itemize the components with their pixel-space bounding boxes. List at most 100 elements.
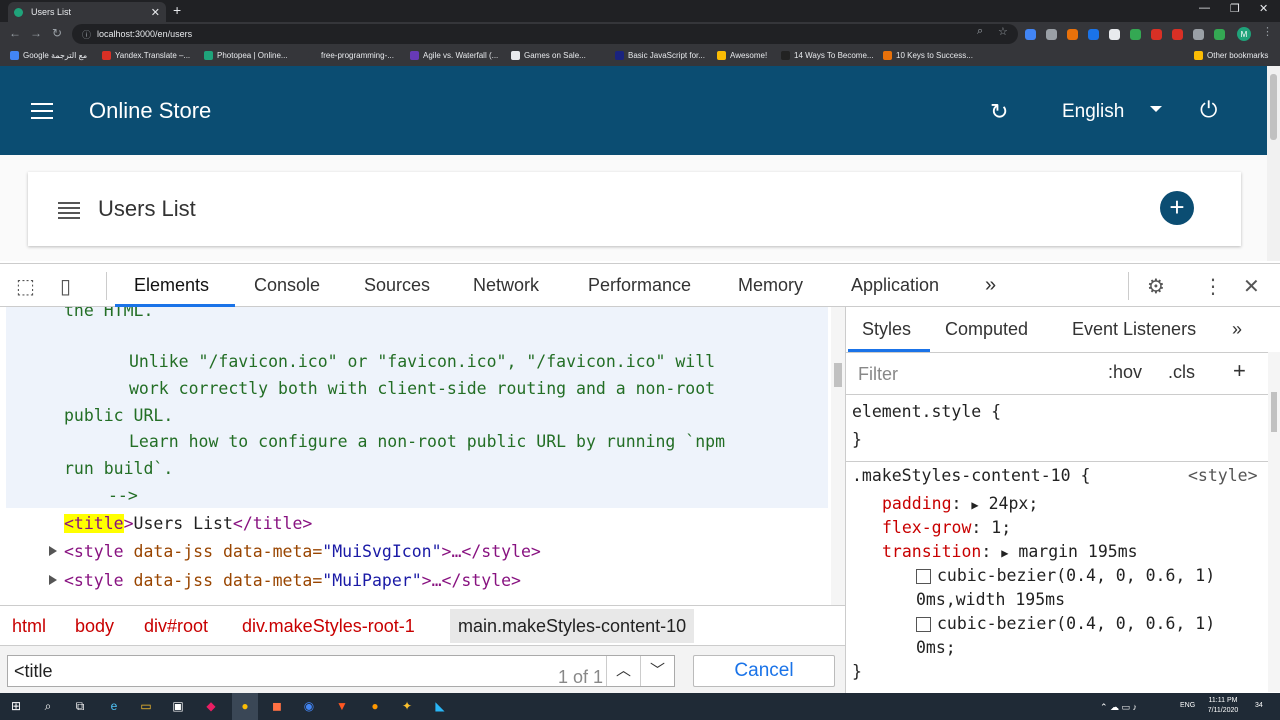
store-icon[interactable]: ▣ [170, 698, 186, 714]
title-element-node[interactable]: <title>Users List</title> [64, 514, 312, 533]
clock-time[interactable]: 11:11 PM [1200, 697, 1246, 704]
element-style-selector[interactable]: element.style { [852, 402, 1001, 421]
bookmark-item[interactable]: Photopea | Online... [204, 51, 288, 60]
elements-scrollbar[interactable] [831, 307, 845, 605]
browser-menu-icon[interactable]: ⋮ [1262, 25, 1273, 38]
more-tabs-icon[interactable]: » [985, 274, 996, 297]
extension-icon[interactable] [1067, 29, 1078, 40]
close-tab-icon[interactable]: ✕ [151, 6, 160, 19]
filter-input[interactable]: Filter [852, 359, 1088, 389]
breadcrumb-item-active[interactable]: main.makeStyles-content-10 [450, 609, 695, 643]
language-indicator[interactable]: ENG [1180, 702, 1195, 709]
bookmark-item[interactable]: Games on Sale... [511, 51, 586, 60]
extension-icon[interactable] [1088, 29, 1099, 40]
tab-application[interactable]: Application [851, 275, 939, 296]
app-icon[interactable]: ◆ [203, 698, 219, 714]
extension-icon[interactable] [1172, 29, 1183, 40]
info-icon[interactable]: ⓘ [82, 28, 91, 41]
browser-tab[interactable]: Users List ✕ [8, 2, 166, 22]
extension-icon[interactable] [1025, 29, 1036, 40]
more-tabs-icon[interactable]: » [1232, 319, 1242, 340]
bezier-editor-icon[interactable] [916, 617, 931, 632]
bookmark-item[interactable]: free-programming-... [308, 51, 394, 60]
breadcrumb-item[interactable]: div.makeStyles-root-1 [242, 616, 415, 637]
rule-selector[interactable]: .makeStyles-content-10 { [852, 466, 1090, 485]
bookmark-item[interactable]: 10 Keys to Success... [883, 51, 973, 60]
search-icon[interactable]: ⌕ [40, 698, 56, 714]
minimize-icon[interactable]: — [1199, 2, 1210, 14]
kebab-menu-icon[interactable]: ⋮ [1203, 274, 1223, 299]
new-rule-icon[interactable]: + [1233, 358, 1246, 384]
class-toggle[interactable]: .cls [1168, 362, 1195, 383]
bookmark-item[interactable]: Awesome! [717, 51, 767, 60]
next-match-button[interactable]: ﹀ [640, 656, 674, 686]
maximize-icon[interactable]: ❐ [1230, 2, 1240, 15]
breadcrumb-item[interactable]: body [75, 616, 114, 637]
breadcrumb-item[interactable]: div#root [144, 616, 208, 637]
app-icon[interactable]: ✦ [399, 698, 415, 714]
tab-event-listeners[interactable]: Event Listeners [1072, 319, 1196, 340]
tab-sources[interactable]: Sources [364, 275, 430, 296]
refresh-icon[interactable]: ↻ [990, 99, 1008, 125]
app-icon[interactable]: ◼ [269, 698, 285, 714]
page-scrollbar[interactable] [1267, 66, 1280, 261]
brave-icon[interactable]: ▼ [334, 698, 350, 714]
search-input[interactable]: <title 1 of 1 ︿ ﹀ [7, 655, 675, 687]
bezier-editor-icon[interactable] [916, 569, 931, 584]
css-declaration[interactable]: flex-grow: 1; [882, 518, 1011, 537]
styles-scrollbar[interactable] [1268, 352, 1280, 692]
hover-state-toggle[interactable]: :hov [1108, 362, 1142, 383]
extensions-puzzle-icon[interactable] [1193, 29, 1204, 40]
style-element-node[interactable]: <style data-jss data-meta="MuiPaper">…</… [64, 571, 521, 590]
vscode-icon[interactable]: ◣ [432, 698, 448, 714]
tab-console[interactable]: Console [254, 275, 320, 296]
style-source-link[interactable]: <style> [1188, 466, 1258, 485]
forward-icon[interactable]: → [30, 26, 42, 40]
bookmark-item[interactable]: Basic JavaScript for... [615, 51, 705, 60]
notification-count[interactable]: 34 [1255, 702, 1263, 709]
app-icon[interactable]: ◉ [301, 698, 317, 714]
bookmark-item[interactable]: Agile vs. Waterfall (... [410, 51, 498, 60]
file-explorer-icon[interactable]: ▭ [138, 698, 154, 714]
tab-performance[interactable]: Performance [588, 275, 691, 296]
tray-icons[interactable]: ⌃ ☁ ▭ ♪ [1100, 702, 1137, 713]
tab-memory[interactable]: Memory [738, 275, 803, 296]
cancel-button[interactable]: Cancel [693, 655, 835, 687]
bookmark-item[interactable]: Yandex.Translate –... [102, 51, 190, 60]
close-devtools-icon[interactable]: ✕ [1243, 274, 1260, 299]
clock-date[interactable]: 7/11/2020 [1200, 707, 1246, 714]
expand-triangle-icon[interactable] [49, 546, 57, 556]
language-select[interactable]: English [1062, 101, 1124, 123]
windows-start-icon[interactable]: ⊞ [8, 698, 24, 714]
gear-icon[interactable]: ⚙ [1147, 274, 1165, 299]
add-user-button[interactable]: + [1160, 191, 1194, 225]
reload-icon[interactable]: ↻ [52, 26, 62, 40]
zoom-icon[interactable]: ⌕ [977, 25, 983, 38]
device-toolbar-icon[interactable]: ▯ [60, 274, 71, 299]
chevron-down-icon[interactable] [1150, 106, 1162, 112]
firefox-icon[interactable]: ● [367, 698, 383, 714]
tab-network[interactable]: Network [473, 275, 539, 296]
extension-icon[interactable] [1151, 29, 1162, 40]
url-input[interactable]: ⓘ localhost:3000/en/users [72, 24, 1018, 44]
expand-triangle-icon[interactable]: ▶ [971, 498, 978, 512]
hamburger-menu-icon[interactable] [31, 103, 53, 119]
extension-icon[interactable] [1214, 29, 1225, 40]
power-icon[interactable]: ⏻ [1200, 97, 1217, 123]
tab-styles[interactable]: Styles [862, 319, 911, 340]
tab-computed[interactable]: Computed [945, 319, 1028, 340]
new-tab-icon[interactable]: + [173, 2, 181, 18]
chrome-icon[interactable]: ● [237, 698, 253, 714]
bookmark-item[interactable]: 14 Ways To Become... [781, 51, 874, 60]
extension-icon[interactable] [1046, 29, 1057, 40]
close-window-icon[interactable]: ✕ [1259, 2, 1268, 15]
extension-icon[interactable] [1130, 29, 1141, 40]
style-element-node[interactable]: <style data-jss data-meta="MuiSvgIcon">…… [64, 542, 541, 561]
inspect-element-icon[interactable]: ⬚ [16, 274, 35, 299]
extension-icon[interactable] [1109, 29, 1120, 40]
edge-icon[interactable]: e [106, 698, 122, 714]
back-icon[interactable]: ← [9, 26, 21, 40]
bookmark-star-icon[interactable]: ☆ [998, 25, 1008, 38]
expand-triangle-icon[interactable]: ▶ [1001, 546, 1008, 560]
bookmark-item[interactable]: Google مع الترجمة [10, 51, 87, 60]
